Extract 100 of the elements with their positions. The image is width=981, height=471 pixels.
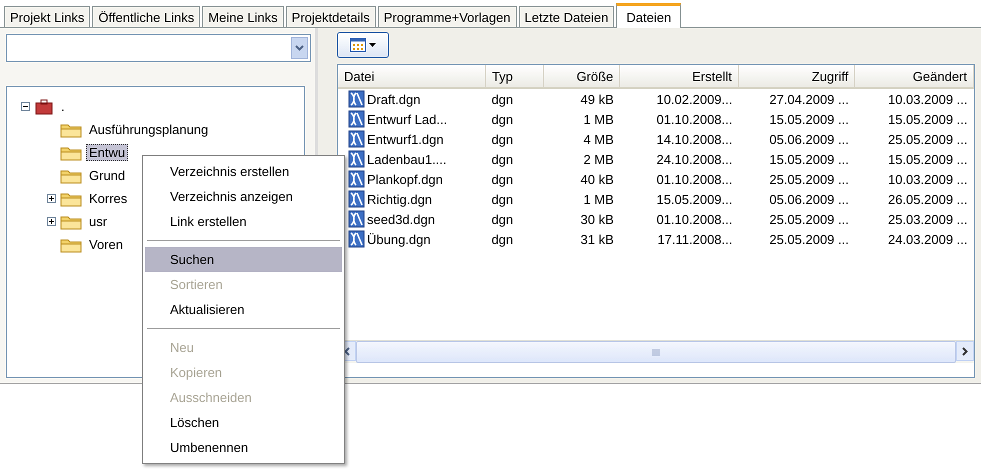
grip-icon [652, 348, 660, 356]
table-cell-text: 1 MB [582, 190, 615, 208]
file-name: Plankopf.dgn [367, 172, 443, 186]
tab[interactable]: Letzte Dateien [518, 6, 614, 27]
tab[interactable]: Öffentliche Links [92, 6, 200, 27]
caret-icon [369, 43, 376, 47]
table-cell: 27.04.2009 ... [738, 88, 855, 109]
chevron-icon [295, 45, 304, 51]
table-cell-text: 01.10.2008... [655, 110, 734, 128]
table-cell-text: 30 kB [580, 210, 615, 228]
table-cell-text: 2 MB [582, 150, 615, 168]
tree-item[interactable]: Entwu [86, 144, 128, 161]
table-cell-text: 25.05.2009 ... [768, 170, 850, 188]
table-cell-text: dgn [490, 130, 514, 149]
file-name-cell[interactable]: Draft.dgn [338, 88, 486, 109]
tab[interactable]: Programme+Vorlagen [378, 6, 517, 27]
collapse-icon[interactable] [21, 102, 30, 111]
file-name: Übung.dgn [367, 232, 431, 246]
table-cell-text: 15.05.2009 ... [768, 150, 850, 168]
table-cell-text: 15.05.2009... [655, 190, 734, 208]
table-cell: 49 kB [543, 88, 620, 109]
table-cell-text: 1 MB [582, 110, 615, 128]
table-cell-text: dgn [490, 210, 514, 229]
menu-item[interactable]: Aktualisieren [145, 297, 342, 322]
table-cell: 10.03.2009 ... [854, 88, 974, 109]
file-icon [346, 90, 366, 108]
table-cell-text: dgn [490, 150, 514, 169]
file-icon [346, 110, 366, 128]
file-icon [346, 170, 366, 188]
menu-item[interactable]: Löschen [145, 410, 342, 435]
folder-icon [60, 144, 82, 160]
table-cell-text: 25.05.2009 ... [886, 130, 968, 148]
column-header[interactable]: Größe [543, 65, 620, 88]
menu-item[interactable]: Umbenennen [145, 435, 342, 460]
tree-item[interactable]: Korres [86, 190, 130, 207]
column-header[interactable]: Zugriff [738, 65, 855, 88]
file-name: seed3d.dgn [367, 212, 435, 226]
tab[interactable]: Dateien [616, 3, 682, 28]
expand-icon[interactable] [47, 194, 56, 203]
column-header[interactable]: Typ [485, 65, 544, 88]
table-cell-text: 15.05.2009 ... [886, 150, 968, 168]
column-header[interactable]: Geändert [854, 65, 974, 88]
table-cell-text: dgn [490, 170, 514, 189]
file-icon [346, 150, 366, 168]
table-cell-text: 01.10.2008... [655, 170, 734, 188]
file-icon [346, 210, 366, 228]
table-cell-text: 24.10.2008... [655, 150, 734, 168]
tree-item[interactable]: . [58, 98, 68, 115]
table-cell-text: 15.05.2009 ... [886, 110, 968, 128]
folder-icon [60, 190, 82, 206]
folder-icon [60, 168, 82, 184]
dropdown-button[interactable] [291, 37, 308, 59]
table-cell-text: dgn [490, 110, 514, 129]
expand-icon[interactable] [47, 217, 56, 226]
table-cell-text: 14.10.2008... [655, 130, 734, 148]
tab[interactable]: Projekt Links [4, 6, 90, 27]
path-combo[interactable] [6, 34, 311, 62]
file-icon [346, 190, 366, 208]
tab[interactable]: Meine Links [202, 6, 284, 27]
table-cell-text: 26.05.2009 ... [886, 190, 968, 208]
tree-item[interactable]: Grund [86, 167, 128, 184]
folder-icon [60, 122, 82, 138]
tree-item[interactable]: Ausführungsplanung [86, 121, 212, 138]
file-name: Entwurf1.dgn [367, 132, 444, 146]
table-cell-text: 17.11.2008... [656, 230, 734, 248]
view-button[interactable] [337, 32, 389, 58]
menu-item[interactable]: Suchen [145, 247, 342, 272]
chevron-right-icon [962, 346, 968, 356]
file-name-cell[interactable]: Entwurf1.dgn [338, 129, 486, 149]
tab[interactable]: Projektdetails [286, 6, 376, 27]
table-cell-text: 05.06.2009 ... [768, 130, 850, 148]
folder-icon [60, 236, 82, 252]
file-icon [346, 130, 366, 148]
table-cell-text: 15.05.2009 ... [768, 110, 850, 128]
table-cell-text: 10.03.2009 ... [886, 170, 968, 188]
tree-item[interactable]: Voren [86, 236, 126, 253]
table-cell-text: 31 kB [580, 230, 615, 248]
table-cell-text: 25.03.2009 ... [886, 210, 968, 228]
table-cell-text: 05.06.2009 ... [768, 190, 850, 208]
table-cell: dgn [485, 88, 544, 109]
folder-icon [60, 214, 82, 230]
grid-icon [350, 38, 366, 52]
table-cell-text: 25.05.2009 ... [768, 210, 850, 228]
file-name: Ladenbau1.... [367, 152, 447, 166]
tree-item[interactable]: usr [86, 213, 110, 230]
table-cell-text: 25.05.2009 ... [768, 230, 850, 248]
file-icon [346, 230, 366, 248]
file-name-cell[interactable]: Entwurf Lad... [338, 109, 486, 129]
table-cell-text: 01.10.2008... [655, 210, 734, 228]
briefcase-icon [34, 98, 54, 114]
column-header[interactable]: Erstellt [620, 65, 738, 88]
scroll-right-button[interactable] [956, 341, 974, 361]
chevron-left-icon [344, 346, 350, 356]
file-name: Entwurf Lad... [367, 112, 448, 126]
table-cell-text: dgn [490, 230, 514, 249]
file-name: Draft.dgn [367, 92, 420, 106]
table-cell-text: 4 MB [582, 130, 615, 148]
table-cell: 10.02.2009... [620, 88, 738, 109]
table-cell-text: 40 kB [580, 170, 615, 188]
column-header[interactable]: Datei [338, 65, 486, 88]
